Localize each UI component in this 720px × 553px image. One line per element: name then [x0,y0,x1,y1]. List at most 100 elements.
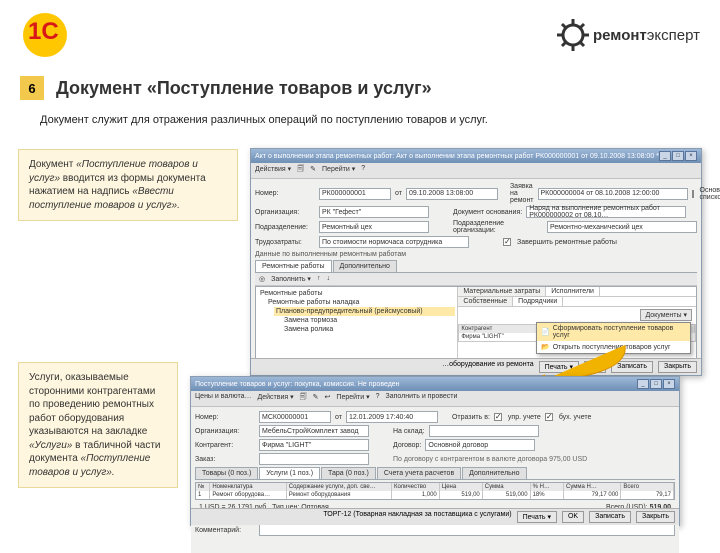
subtool-radio-icon[interactable]: ◎ [259,275,265,283]
close-button[interactable]: × [685,151,697,161]
window-receipt: Поступление товаров и услуг: покупка, ко… [190,376,680,526]
checkbox-list[interactable] [692,190,694,198]
close-button[interactable]: × [663,379,675,389]
ok-button[interactable]: OK [562,511,584,523]
tabs: Ремонтные работы Дополнительно [255,260,697,273]
input-sklad[interactable] [429,425,539,437]
subtool-down-icon[interactable]: ↓ [326,275,330,283]
label-request: Заявка на ремонт [510,183,534,204]
label-dept2: Подразделение организации: [453,220,543,234]
toolbar-fill-post[interactable]: Заполнить и провести [386,393,458,404]
input-number[interactable]: РК000000001 [319,188,391,200]
toolbar-actions[interactable]: Действия ▾ [255,165,291,176]
maximize-button[interactable]: □ [650,379,662,389]
rtab-contractors[interactable]: Подрядчики [513,297,563,306]
tab-additional[interactable]: Дополнительно [333,260,397,272]
toolbar-goto[interactable]: Перейти ▾ [322,165,355,176]
label-dept: Подразделение: [255,224,315,231]
label-kontragent: Контрагент: [195,442,255,449]
tab-additional[interactable]: Дополнительно [462,467,526,479]
print-button[interactable]: Печать ▾ [517,511,557,523]
tab-repair-works[interactable]: Ремонтные работы [255,260,332,272]
maximize-button[interactable]: □ [672,151,684,161]
close-button[interactable]: Закрыть [658,361,697,373]
titlebar[interactable]: Акт о выполнении этапа ремонтных работ: … [251,149,701,163]
input-dogovor[interactable]: Основной договор [425,439,535,451]
input-doc[interactable]: Наряд на выполнение ремонтных работ РК00… [526,206,686,218]
label-labor: Трудозатраты: [255,239,315,246]
rtab-materials[interactable]: Материальные затраты [458,287,546,296]
tree-item-selected[interactable]: Планово-предупредительный (рейсмусовый) [274,307,455,316]
subtoolbar: ◎ Заполнить ▾ ↑ ↓ [255,273,697,286]
rtab-own[interactable]: Собственные [458,297,513,306]
toolbar-prices[interactable]: Цены и валюта… [195,393,252,404]
tree-item[interactable]: Замена ролика [282,325,455,334]
tree-left[interactable]: Ремонтные работы Ремонтные работы наладк… [256,287,458,365]
input-dept2[interactable]: Ремонтно-механический цех [547,221,697,233]
toolbar: Действия ▾ 🗐 ✎ Перейти ▾ ? [251,163,701,179]
input-org[interactable]: МебельСтройКомплект завод [259,425,369,437]
toolbar-help-icon[interactable]: ? [376,393,380,404]
minimize-button[interactable]: _ [659,151,671,161]
checkbox-upr[interactable] [494,413,502,421]
toolbar-actions[interactable]: Действия ▾ [258,393,294,404]
gear-icon [557,19,589,51]
label-number: Номер: [195,414,255,421]
input-comment[interactable] [259,524,675,536]
slide-number: 6 [20,76,44,100]
doc-icon: 📄 [541,328,550,336]
input-date[interactable]: 09.10.2008 13:08:00 [406,188,498,200]
logo-remont-expert: ремонтэксперт [557,19,700,51]
titlebar[interactable]: Поступление товаров и услуг: покупка, ко… [191,377,679,391]
label-reflect: Отразить в: [452,414,490,421]
input-zakaz[interactable] [259,453,369,465]
tree-item[interactable]: Замена тормоза [282,316,455,325]
label-zakaz: Заказ: [195,456,255,463]
input-kontragent[interactable]: Фирма "LIGHT" [259,439,369,451]
page-subtitle: Документ служит для отражения различных … [0,106,720,134]
checkbox-buh[interactable] [545,413,553,421]
note-box-2: Услуги, оказываемые сторонними контраген… [18,362,178,488]
input-date[interactable]: 12.01.2009 17:40:40 [346,411,438,423]
rtab-performers[interactable]: Исполнители [546,287,600,296]
label-org: Организация: [255,209,315,216]
input-request[interactable]: РК000000004 от 08.10.2008 12:00:00 [538,188,688,200]
toolbar-copy-icon[interactable]: 🗐 [297,165,304,176]
input-labor[interactable]: По стоимости нормочаса сотрудника [319,236,469,248]
services-grid[interactable]: №НоменклатураСодержание услуги, доп. све… [195,482,675,500]
window-title: Поступление товаров и услуг: покупка, ко… [195,381,400,388]
input-org[interactable]: РК "Гефест" [319,206,429,218]
toolbar-goto[interactable]: Перейти ▾ [336,393,369,404]
toolbar: Цены и валюта… Действия ▾ 🗐 ✎ ↩ Перейти … [191,391,679,407]
label-number: Номер: [255,190,315,197]
documents-dropdown[interactable]: Документы ▾ 📄Сформировать поступление то… [640,309,692,321]
grid-row[interactable]: 1Ремонт оборудова…Ремонт оборудования1,0… [196,491,674,499]
tab-services[interactable]: Услуги (1 поз.) [259,467,320,479]
toolbar-help-icon[interactable]: ? [361,165,365,176]
label-sklad: На склад: [393,428,425,435]
input-dept[interactable]: Ремонтный цех [319,221,429,233]
toolbar-edit-icon[interactable]: ✎ [310,165,316,176]
label-comment: Комментарий: [195,527,255,534]
toolbar-copy-icon[interactable]: 🗐 [300,393,307,404]
tab-accounts[interactable]: Счета учета расчетов [377,467,461,479]
tree-root[interactable]: Ремонтные работы [258,289,455,298]
tab-tara[interactable]: Тара (0 поз.) [321,467,376,479]
popup-create-receipt[interactable]: 📄Сформировать поступление товаров услуг [537,323,690,341]
section-label: Данные по выполненным ремонтным работам [255,251,697,258]
checkbox-finish[interactable] [503,238,511,246]
tab-goods[interactable]: Товары (0 поз.) [195,467,258,479]
save-button[interactable]: Записать [589,511,631,523]
tabs: Товары (0 поз.) Услуги (1 поз.) Тара (0 … [195,467,675,480]
close-button[interactable]: Закрыть [636,511,675,523]
subtool-up-icon[interactable]: ↑ [317,275,321,283]
label-dogovor: Договор: [393,442,421,449]
toolbar-edit-icon[interactable]: ✎ [313,393,319,404]
toolbar-undo-icon[interactable]: ↩ [325,393,331,404]
input-number[interactable]: МСК00000001 [259,411,331,423]
title-row: 6 Документ «Поступление товаров и услуг» [0,70,720,106]
minimize-button[interactable]: _ [637,379,649,389]
note-box-1: Документ «Поступление товаров и услуг» в… [18,149,238,221]
subtool-fill[interactable]: Заполнить ▾ [271,275,311,283]
tree-item[interactable]: Ремонтные работы наладка [266,298,455,307]
